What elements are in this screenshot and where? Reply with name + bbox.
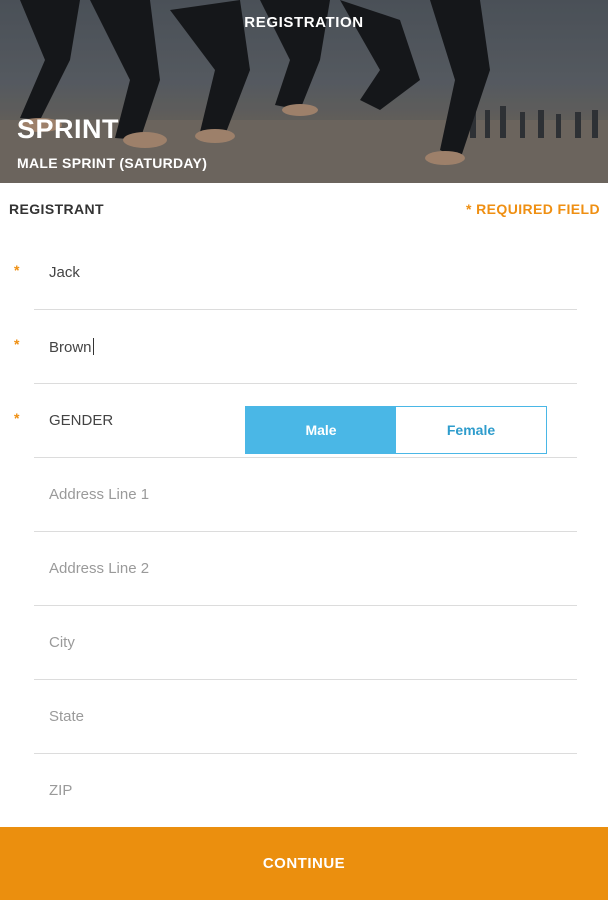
first-name-field[interactable]: Jack xyxy=(34,236,577,310)
event-name: SPRINT xyxy=(17,114,120,144)
address-line-2-field[interactable]: Address Line 2 xyxy=(34,532,577,606)
required-marker-last-name: * xyxy=(14,336,20,352)
page-title: REGISTRATION xyxy=(244,14,364,31)
text-cursor xyxy=(92,338,94,355)
gender-field: GENDER Male Female xyxy=(34,384,577,458)
gender-option-female[interactable]: Female xyxy=(396,407,546,453)
required-marker-first-name: * xyxy=(14,262,20,278)
last-name-value: Brown xyxy=(49,339,92,356)
hero-banner: REGISTRATION SPRINT MALE SPRINT (SATURDA… xyxy=(0,0,608,183)
zip-placeholder: ZIP xyxy=(49,782,73,799)
address-line-2-placeholder: Address Line 2 xyxy=(49,560,150,577)
continue-button[interactable]: CONTINUE xyxy=(0,827,608,900)
city-field[interactable]: City xyxy=(34,606,577,680)
first-name-value: Jack xyxy=(49,264,80,281)
address-line-1-placeholder: Address Line 1 xyxy=(49,486,150,503)
address-line-1-field[interactable]: Address Line 1 xyxy=(34,458,577,532)
gender-toggle[interactable]: Male Female xyxy=(245,406,547,454)
gender-label: GENDER xyxy=(49,412,114,429)
section-label: REGISTRANT xyxy=(9,201,104,217)
section-header: REGISTRANT * REQUIRED FIELD xyxy=(0,183,608,233)
state-placeholder: State xyxy=(49,708,85,725)
gender-option-male[interactable]: Male xyxy=(246,407,396,453)
event-subtitle: MALE SPRINT (SATURDAY) xyxy=(17,155,208,171)
required-field-note: * REQUIRED FIELD xyxy=(466,201,600,217)
last-name-field[interactable]: Brown xyxy=(34,310,577,384)
state-field[interactable]: State xyxy=(34,680,577,754)
city-placeholder: City xyxy=(49,634,75,651)
required-marker-gender: * xyxy=(14,410,20,426)
zip-field[interactable]: ZIP xyxy=(34,754,577,828)
